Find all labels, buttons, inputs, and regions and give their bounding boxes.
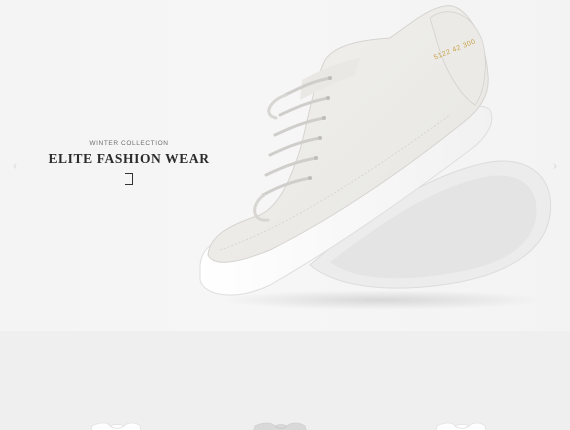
tshirt-image[interactable] [425, 420, 495, 430]
hero-title: ELITE FASHION WEAR [48, 151, 210, 166]
bracket-button-icon[interactable] [125, 173, 133, 185]
chevron-right-icon[interactable]: › [550, 159, 560, 173]
sneaker-image [190, 0, 570, 331]
tshirt-image[interactable] [80, 420, 150, 430]
hero-caption: WINTER COLLECTION ELITE FASHION WEAR [34, 140, 224, 190]
hero-slider: 5122 42 300 WINTER COLLECTION ELITE FASH… [0, 0, 570, 331]
product-row [0, 420, 570, 430]
tshirt-image[interactable] [245, 420, 315, 430]
chevron-left-icon[interactable]: ‹ [10, 159, 20, 173]
featured-section [0, 331, 570, 430]
page: 5122 42 300 WINTER COLLECTION ELITE FASH… [0, 0, 570, 430]
hero-subtitle: WINTER COLLECTION [89, 140, 169, 147]
